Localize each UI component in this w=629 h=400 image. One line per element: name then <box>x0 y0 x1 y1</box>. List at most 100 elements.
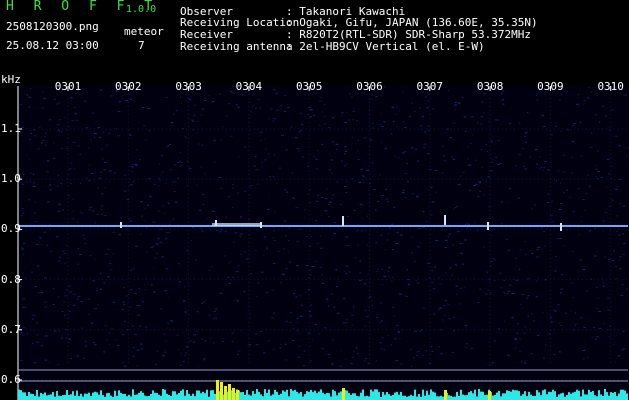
noise-speck <box>40 142 43 144</box>
histogram-bar <box>588 389 590 400</box>
noise-speck <box>297 356 301 358</box>
noise-speck <box>363 181 365 183</box>
noise-speck <box>95 290 99 291</box>
noise-speck <box>563 171 566 173</box>
noise-speck <box>279 282 283 284</box>
histogram-bar <box>260 394 262 400</box>
noise-speck <box>503 320 505 322</box>
noise-speck <box>44 359 48 361</box>
noise-speck <box>32 315 36 317</box>
noise-speck <box>61 209 64 211</box>
noise-speck <box>611 166 613 167</box>
histogram-bar <box>414 389 416 400</box>
noise-speck <box>204 300 207 302</box>
noise-speck <box>536 163 538 165</box>
noise-speck <box>169 144 171 145</box>
frequency-tick-label: 0.9 <box>1 222 21 236</box>
noise-speck <box>311 266 315 267</box>
noise-speck <box>531 313 533 315</box>
noise-speck <box>511 293 515 294</box>
histogram-bar <box>518 391 520 400</box>
noise-speck <box>214 317 217 319</box>
noise-speck <box>596 307 599 309</box>
noise-speck <box>161 171 164 173</box>
noise-speck <box>461 97 464 99</box>
histogram-bar <box>436 396 438 400</box>
histogram-bar <box>186 389 188 400</box>
noise-speck <box>116 345 120 347</box>
noise-speck <box>93 172 95 174</box>
noise-speck <box>444 300 447 302</box>
noise-speck <box>90 322 94 324</box>
histogram-bar <box>68 395 70 400</box>
noise-speck <box>358 182 362 183</box>
noise-speck <box>60 337 64 339</box>
noise-speck <box>387 200 389 202</box>
noise-speck <box>129 184 133 186</box>
histogram-bar <box>532 396 534 400</box>
noise-speck <box>397 157 400 159</box>
noise-speck <box>279 167 281 169</box>
noise-speck <box>434 266 437 268</box>
noise-speck <box>271 317 274 319</box>
histogram-bar <box>24 392 26 400</box>
noise-speck <box>135 245 138 247</box>
noise-speck <box>237 106 240 108</box>
noise-speck <box>284 359 288 361</box>
noise-speck <box>119 207 121 209</box>
histogram-bar <box>92 392 94 400</box>
noise-speck <box>263 352 266 354</box>
noise-speck <box>265 292 269 294</box>
histogram-bar <box>368 396 370 400</box>
noise-speck <box>560 130 562 132</box>
histogram-bar <box>114 390 116 400</box>
noise-speck <box>292 340 295 341</box>
histogram-bar <box>32 393 34 400</box>
histogram-bar <box>282 390 284 400</box>
noise-speck <box>89 206 93 208</box>
histogram-bar <box>408 396 410 400</box>
histogram-bar <box>284 391 286 400</box>
noise-speck <box>457 102 461 103</box>
histogram-bar <box>154 392 156 400</box>
noise-speck <box>124 365 127 367</box>
noise-speck <box>188 167 192 169</box>
noise-speck <box>219 292 223 294</box>
noise-speck <box>483 194 485 196</box>
noise-speck <box>299 295 302 297</box>
noise-speck <box>126 199 130 200</box>
histogram-bar <box>352 393 354 400</box>
noise-speck <box>605 115 608 117</box>
noise-speck <box>103 351 106 353</box>
noise-speck <box>499 272 502 274</box>
histogram-bar <box>242 392 244 400</box>
noise-speck <box>72 304 76 306</box>
noise-speck <box>308 188 311 190</box>
histogram-peak <box>342 388 345 400</box>
noise-speck <box>182 300 186 302</box>
noise-speck <box>38 292 40 294</box>
histogram-bar <box>128 394 130 400</box>
noise-speck <box>369 139 373 141</box>
histogram-bar <box>210 390 212 400</box>
noise-speck <box>438 277 440 279</box>
noise-speck <box>480 176 483 178</box>
noise-speck <box>375 360 378 362</box>
noise-speck <box>308 277 310 278</box>
noise-speck <box>144 139 148 141</box>
noise-speck <box>41 107 44 109</box>
noise-speck <box>134 163 138 165</box>
noise-speck <box>99 288 102 290</box>
noise-speck <box>349 312 352 314</box>
noise-speck <box>503 292 505 293</box>
noise-speck <box>180 161 183 163</box>
noise-speck <box>568 196 572 198</box>
noise-speck <box>162 205 165 207</box>
noise-speck <box>233 241 235 243</box>
noise-speck <box>490 141 493 143</box>
noise-speck <box>391 280 393 282</box>
noise-speck <box>129 220 133 222</box>
noise-speck <box>339 365 342 367</box>
histogram-bar <box>70 394 72 400</box>
noise-speck <box>467 146 469 148</box>
